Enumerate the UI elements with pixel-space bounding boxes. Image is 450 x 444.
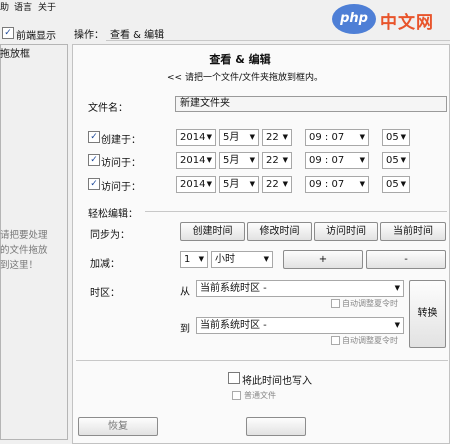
footer-divider	[76, 360, 448, 361]
menu-item-help[interactable]: 助	[0, 0, 9, 13]
adjust-plus-button[interactable]: +	[283, 250, 363, 269]
hint-line: 的文件拖放	[0, 245, 48, 256]
hint-line: 请把要处理	[0, 230, 48, 241]
accessed-checkbox[interactable]: ✓	[88, 154, 100, 166]
menu-item-language[interactable]: 语言	[14, 0, 32, 13]
undo-button[interactable]: 恢复	[78, 417, 158, 436]
write-also-checkbox[interactable]	[228, 372, 240, 384]
timezone-to-label: 到	[180, 324, 190, 335]
operation-divider	[106, 40, 450, 41]
accessed-label: 访问于：	[101, 158, 141, 169]
sync-accessed-button[interactable]: 访问时间	[314, 222, 378, 241]
accessed2-year-select[interactable]: 2014 ▼	[176, 176, 216, 193]
menu-item-about[interactable]: 关于	[38, 0, 56, 13]
show-front-label: 前端显示	[16, 31, 56, 42]
logo-mark: php	[332, 4, 376, 34]
accessed-time-select[interactable]: 09 : 07 ▼	[305, 152, 369, 169]
created-second-select[interactable]: 05 ▼	[382, 129, 410, 146]
sync-modified-button[interactable]: 修改时间	[247, 222, 312, 241]
timezone-from-select[interactable]: 当前系统时区 - ▼	[196, 280, 404, 297]
accessed-year-select[interactable]: 2014 ▼	[176, 152, 216, 169]
show-front-checkbox[interactable]: ✓	[2, 27, 14, 39]
operation-value: 查看 & 编辑	[110, 30, 165, 41]
to-auto-dst-checkbox[interactable]	[331, 336, 340, 345]
operation-label: 操作：	[74, 30, 104, 41]
created-label: 创建于：	[101, 135, 141, 146]
timezone-to-select[interactable]: 当前系统时区 - ▼	[196, 317, 404, 334]
accessed-second-select[interactable]: 05 ▼	[382, 152, 410, 169]
timezone-label: 时区：	[90, 288, 120, 299]
drop-zone-hint: 请把要处理 的文件拖放 到这里！	[0, 228, 66, 273]
adjust-label: 加减：	[90, 259, 120, 270]
adjust-unit-select[interactable]: 小时 ▼	[211, 251, 273, 268]
normal-file-checkbox[interactable]	[232, 391, 241, 400]
accessed2-month-select[interactable]: 5月 ▼	[219, 176, 259, 193]
adjust-amount-select[interactable]: 1 ▼	[180, 251, 208, 268]
footer-action-button[interactable]	[246, 417, 306, 436]
sync-created-button[interactable]: 创建时间	[180, 222, 245, 241]
convert-button[interactable]: 转换	[409, 280, 446, 348]
sync-current-button[interactable]: 当前时间	[380, 222, 446, 241]
easy-edit-divider	[145, 211, 447, 212]
logo-text: 中文网	[380, 13, 434, 33]
hint-line: 到这里！	[0, 260, 39, 271]
created-day-select[interactable]: 22 ▼	[262, 129, 292, 146]
sync-label: 同步为：	[90, 230, 130, 241]
accessed2-checkbox[interactable]: ✓	[88, 178, 100, 190]
accessed-day-select[interactable]: 22 ▼	[262, 152, 292, 169]
accessed-month-select[interactable]: 5月 ▼	[219, 152, 259, 169]
from-auto-dst-checkbox[interactable]	[331, 299, 340, 308]
accessed2-second-select[interactable]: 05 ▼	[382, 176, 410, 193]
normal-file-label: 普通文件	[244, 391, 276, 400]
timezone-from-label: 从	[180, 287, 190, 298]
created-time-select[interactable]: 09 : 07 ▼	[305, 129, 369, 146]
accessed2-day-select[interactable]: 22 ▼	[262, 176, 292, 193]
created-month-select[interactable]: 5月 ▼	[219, 129, 259, 146]
easy-edit-title: 轻松编辑：	[88, 209, 138, 220]
to-auto-dst-label: 自动调整夏令时	[342, 336, 398, 345]
filename-field[interactable]: 新建文件夹	[175, 96, 447, 112]
created-checkbox[interactable]: ✓	[88, 131, 100, 143]
write-also-label: 将此时间也写入	[242, 376, 312, 387]
filename-label: 文件名：	[88, 103, 128, 114]
from-auto-dst-label: 自动调整夏令时	[342, 299, 398, 308]
site-logo: php 中文网	[326, 0, 446, 40]
accessed2-time-select[interactable]: 09 : 07 ▼	[305, 176, 369, 193]
adjust-minus-button[interactable]: -	[366, 250, 446, 269]
section-title: 查看 & 编辑	[209, 53, 271, 66]
section-subtitle: << 请把一个文件/文件夹拖放到框内。	[167, 73, 323, 83]
accessed2-label: 访问于：	[101, 182, 141, 193]
created-year-select[interactable]: 2014 ▼	[176, 129, 216, 146]
